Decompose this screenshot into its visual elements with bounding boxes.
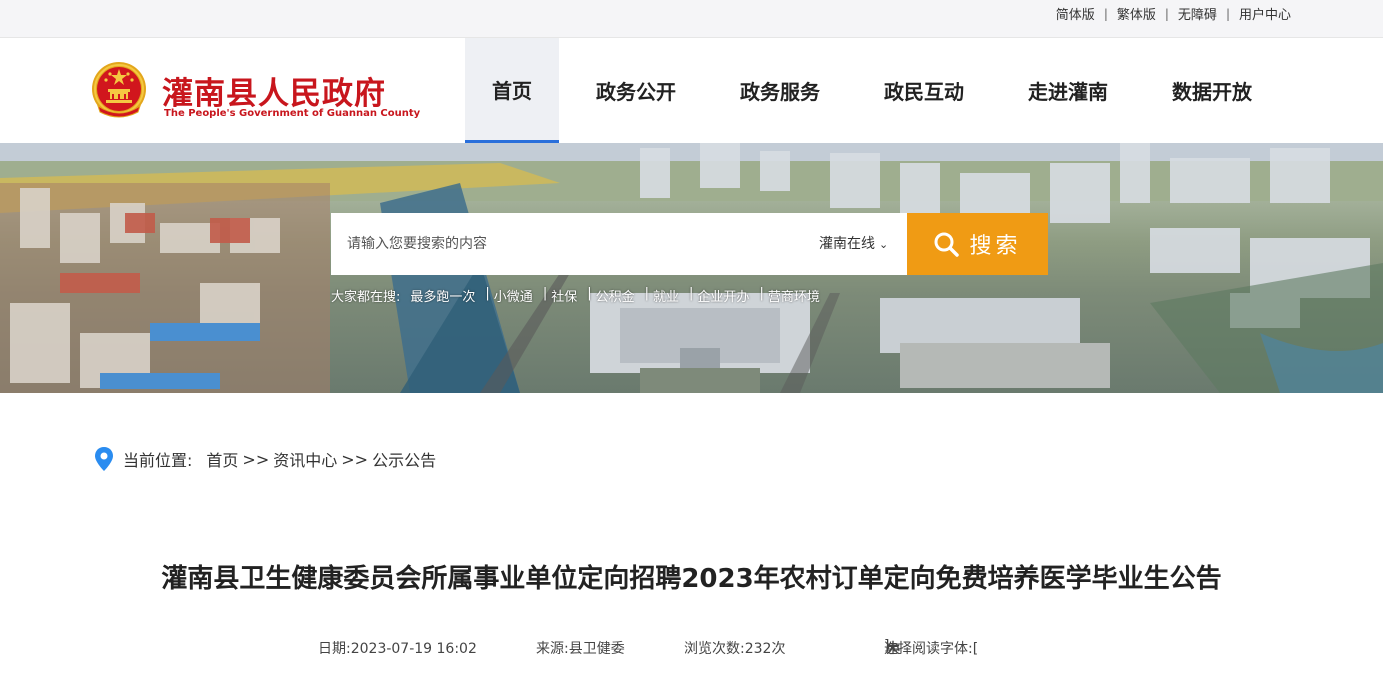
breadcrumb-label: 当前位置: <box>123 451 193 470</box>
divider: | <box>1103 6 1108 21</box>
breadcrumb: 当前位置: 首页 >> 资讯中心 >> 公示公告 <box>94 446 436 472</box>
breadcrumb-home[interactable]: 首页 <box>206 447 238 471</box>
divider: | <box>759 286 764 301</box>
font-size-close-bracket: ] <box>884 638 890 654</box>
nav-open-data[interactable]: 数据开放 <box>1135 38 1289 143</box>
search-icon <box>934 232 960 257</box>
search-button-label: 搜索 <box>969 234 1022 259</box>
nav-government-services[interactable]: 政务服务 <box>713 38 847 143</box>
hot-search-link[interactable]: 社保 <box>551 286 577 305</box>
breadcrumb-separator: >> <box>242 449 270 469</box>
search-scope-label: 灌南在线 <box>819 236 875 252</box>
breadcrumb-separator: >> <box>341 449 369 469</box>
hot-search-link[interactable]: 企业开办 <box>697 286 749 305</box>
site-title[interactable]: 灌南县人民政府 <box>162 68 386 113</box>
national-emblem-icon[interactable] <box>90 60 148 122</box>
divider: | <box>1225 6 1230 21</box>
simplified-chinese-link[interactable]: 简体版 <box>1056 4 1095 23</box>
nav-home[interactable]: 首页 <box>465 38 559 143</box>
search-scope-select[interactable]: 灌南在线 ⌄ <box>819 233 888 253</box>
breadcrumb-news-center[interactable]: 资讯中心 <box>273 447 337 471</box>
hot-searches: 大家都在搜: 最多跑一次 | 小微通 | 社保 | 公积金 | 就业 | 企业开办 | 营商… <box>331 286 830 305</box>
divider: | <box>644 286 650 301</box>
hot-search-link[interactable]: 就业 <box>653 286 679 305</box>
hot-searches-label: 大家都在搜: <box>331 290 401 305</box>
breadcrumb-announcements[interactable]: 公示公告 <box>372 447 436 471</box>
article-title: 灌南县卫生健康委员会所属事业单位定向招聘2023年农村订单定向免费培养医学毕业生… <box>161 564 1222 594</box>
top-links: 简体版 | 繁体版 | 无障碍 | 用户中心 <box>1056 4 1291 24</box>
hot-search-link[interactable]: 最多跑一次 <box>410 286 475 305</box>
hot-search-link[interactable]: 公积金 <box>596 286 635 305</box>
search-button[interactable]: 搜索 <box>907 213 1048 275</box>
divider: | <box>1164 6 1169 21</box>
traditional-chinese-link[interactable]: 繁体版 <box>1117 4 1156 23</box>
divider: | <box>689 286 694 301</box>
search-bar: 灌南在线 ⌄ <box>331 213 907 275</box>
site-header: 灌南县人民政府 The People's Government of Guann… <box>0 38 1383 143</box>
nav-about-guannan[interactable]: 走进灌南 <box>1001 38 1135 143</box>
hot-search-link[interactable]: 小微通 <box>494 286 533 305</box>
main-nav: 首页 政务公开 政务服务 政民互动 走进灌南 数据开放 <box>465 38 1289 143</box>
user-center-link[interactable]: 用户中心 <box>1239 4 1291 23</box>
location-pin-icon <box>95 447 113 471</box>
nav-government-affairs[interactable]: 政务公开 <box>559 38 713 143</box>
article-views: 浏览次数:232次 <box>684 641 786 657</box>
accessibility-link[interactable]: 无障碍 <box>1178 4 1217 23</box>
divider: | <box>485 286 490 301</box>
divider: | <box>587 286 592 301</box>
site-subtitle: The People's Government of Guannan Count… <box>164 108 421 119</box>
city-banner: 灌南在线⌄ 搜索 大家都在搜: 最多跑一次| 小微通| 社保| 公积金| 就业|… <box>0 143 1383 393</box>
article-source: 来源:县卫健委 <box>536 641 625 657</box>
chevron-down-icon: ⌄ <box>879 238 889 251</box>
article-date: 日期:2023-07-19 16:02 <box>318 641 477 657</box>
search-input[interactable] <box>331 213 801 275</box>
hot-search-link[interactable]: 营商环境 <box>768 286 820 305</box>
nav-interaction[interactable]: 政民互动 <box>847 38 1001 143</box>
divider: | <box>542 286 548 301</box>
top-utility-bar: 简体版 | 繁体版 | 无障碍 | 用户中心 <box>0 0 1383 38</box>
